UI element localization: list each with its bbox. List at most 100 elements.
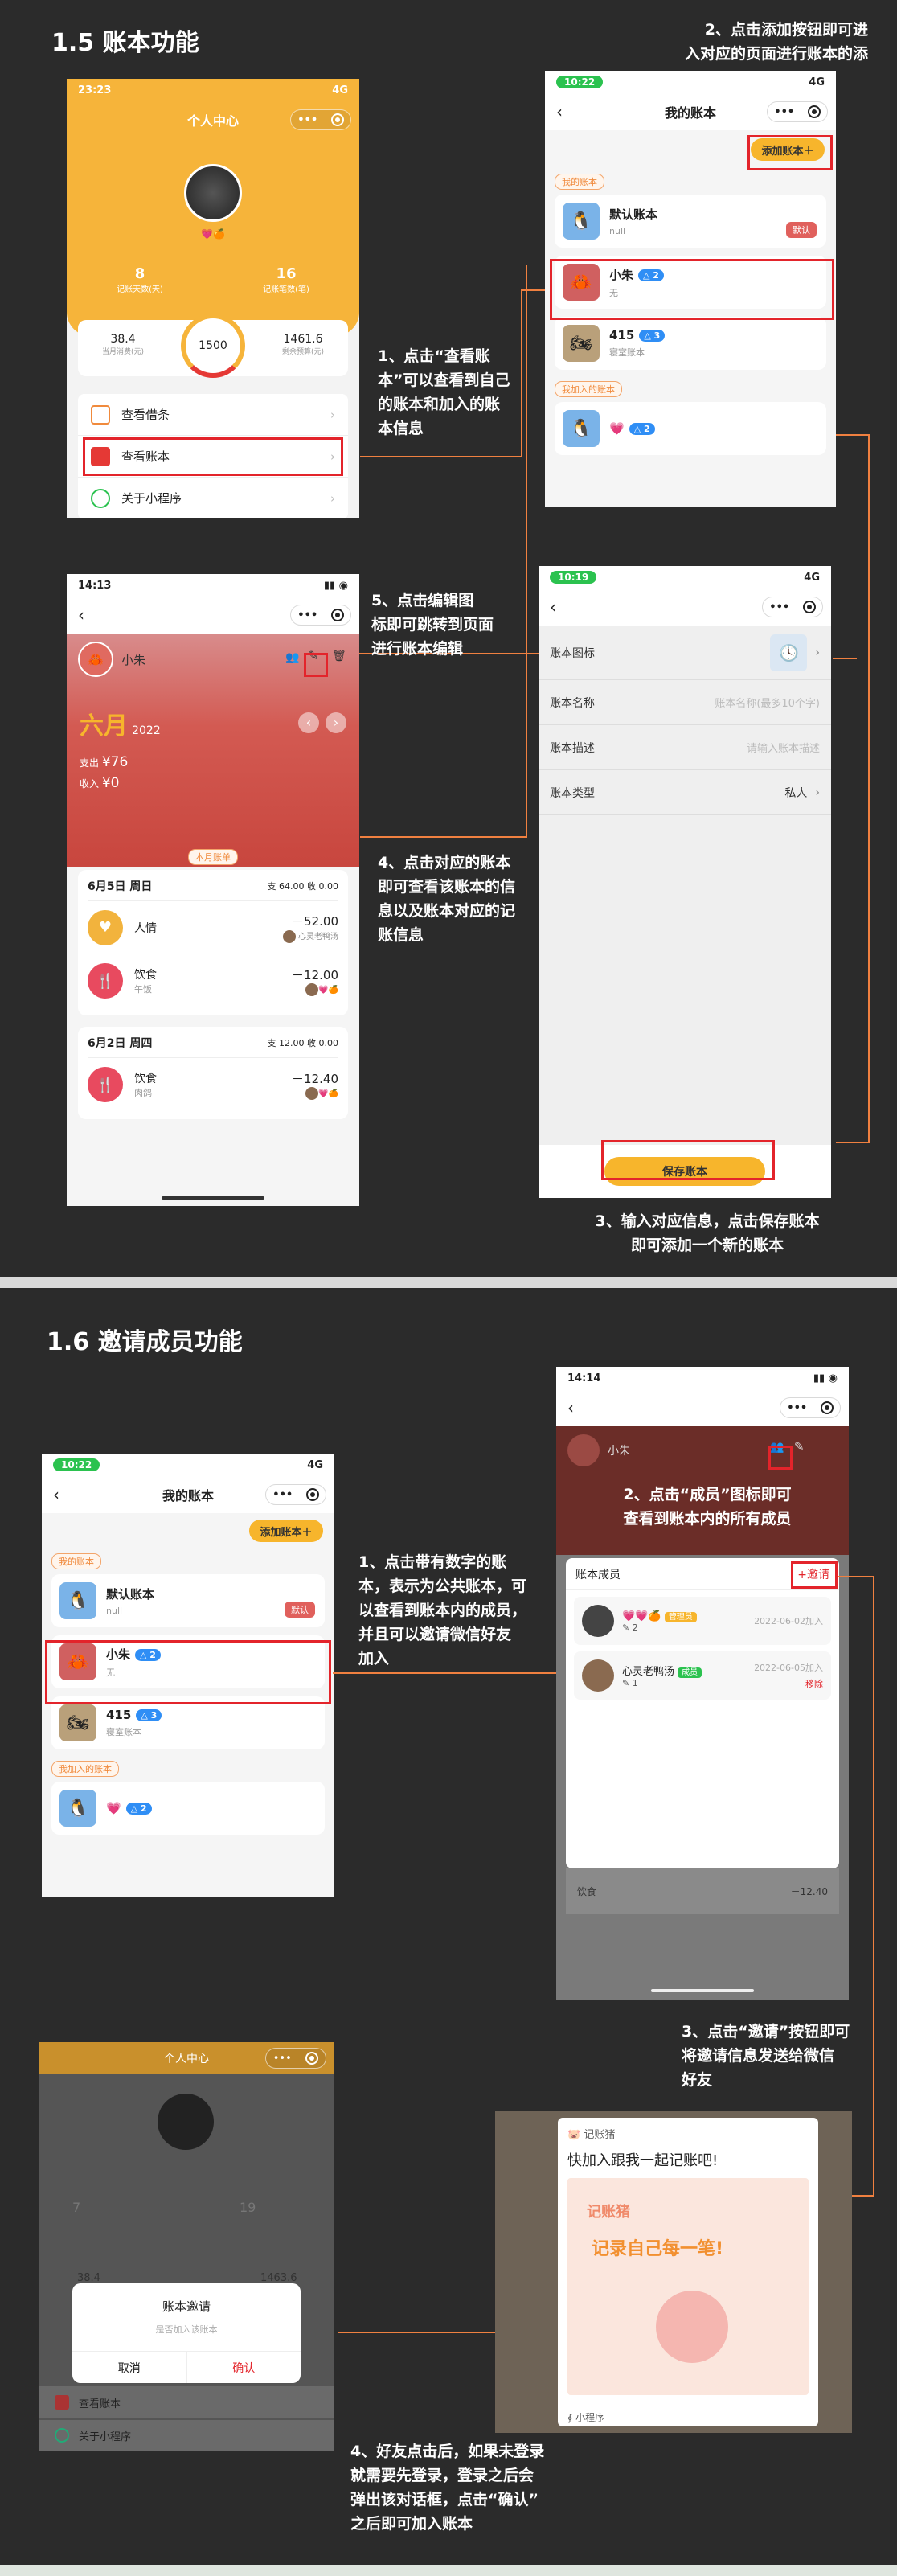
note-line: 息以及账本对应的记	[378, 902, 516, 920]
member-count-badge[interactable]: △ 2	[629, 423, 655, 435]
member-count-badge[interactable]: △ 2	[125, 1803, 152, 1815]
close-target-icon[interactable]	[305, 2052, 319, 2065]
member-row[interactable]: 💗💗🍊 管理员 ✎ 2 2022-06-02加入	[574, 1597, 831, 1645]
note-line: 就需要先登录，登录之后会	[350, 2467, 535, 2484]
status-time: 10:22	[53, 1458, 100, 1471]
member-count: 1	[632, 1678, 638, 1688]
remove-button[interactable]: 移除	[754, 1677, 823, 1690]
delete-icon[interactable]: 🗑	[332, 650, 346, 662]
more-icon[interactable]: •••	[297, 609, 317, 621]
month-spend: 38.4	[110, 333, 136, 346]
close-target-icon[interactable]	[802, 601, 816, 613]
next-month-button[interactable]: ›	[326, 712, 346, 733]
remaining-budget-label: 剩余预算(元)	[281, 348, 325, 356]
more-icon[interactable]: •••	[297, 114, 317, 126]
add-book-button[interactable]: 添加账本＋	[249, 1520, 323, 1542]
menu-about[interactable]: 关于小程序 ›	[78, 478, 348, 518]
capsule-menu[interactable]: •••	[767, 101, 828, 122]
more-icon[interactable]: •••	[272, 1489, 293, 1501]
form-row-name[interactable]: 账本名称 账本名称(最多10个字)	[539, 680, 831, 725]
type-select[interactable]: 私人	[784, 785, 807, 801]
note-line: 本信息	[378, 420, 424, 437]
more-icon[interactable]: •••	[774, 106, 794, 118]
field-label: 账本图标	[550, 646, 595, 660]
highlight-invite-button	[791, 1561, 838, 1589]
member-name: 💗💗🍊	[622, 1610, 661, 1622]
book-item-415[interactable]: 🏍 415 △ 3 寝室账本	[555, 317, 826, 370]
close-target-icon[interactable]	[305, 1488, 319, 1501]
peek-category: 饮食	[577, 1885, 597, 1897]
close-target-icon[interactable]	[820, 1401, 834, 1414]
members-icon[interactable]: 👥	[285, 651, 299, 664]
app-name: 记账猪	[584, 2129, 616, 2141]
clock-icon[interactable]: 🕓	[770, 634, 808, 671]
back-icon[interactable]: ‹	[53, 1485, 59, 1504]
more-icon[interactable]: •••	[787, 1402, 807, 1414]
note-2: 2、点击添加按钮即可进 入对应的页面进行账本的添	[659, 18, 868, 66]
capsule-menu[interactable]: •••	[290, 605, 351, 626]
more-icon[interactable]: •••	[769, 601, 789, 613]
edit-icon[interactable]: ✎	[794, 1439, 805, 1454]
share-card[interactable]: 🐷 记账猪 快加入跟我一起记账吧! 记账猪 记录自己每一笔! ∮ 小程序	[558, 2118, 818, 2426]
chevron-right-icon: ›	[815, 786, 820, 799]
art-title: 记账猪	[587, 2204, 630, 2221]
back-icon[interactable]: ‹	[78, 605, 84, 625]
menu-iou[interactable]: 查看借条 ›	[78, 394, 348, 436]
note-line: 3、输入对应信息，点击保存账本	[595, 1212, 820, 1230]
status-signal: 4G	[804, 571, 820, 584]
status-signal: 4G	[307, 1458, 323, 1471]
bill-row[interactable]: 🍴 饮食 午饭 －12.00 💗🍊	[88, 954, 338, 1007]
capsule-menu[interactable]: •••	[290, 109, 351, 130]
book-item-joined[interactable]: 🐧 💗 △ 2	[51, 1782, 325, 1835]
member-count-badge[interactable]: △ 3	[639, 330, 666, 342]
menu-label: 关于小程序	[121, 491, 182, 506]
note-line: 查看到账本内的所有成员	[623, 1510, 792, 1528]
role-badge: 管理员	[664, 1611, 697, 1622]
member-count-badge[interactable]: △ 3	[136, 1709, 162, 1721]
arrow-m3	[838, 1576, 874, 1577]
close-target-icon[interactable]	[807, 105, 821, 118]
budget-ring: 1500	[181, 314, 245, 378]
bill-row[interactable]: ♥ 人情 －52.00 心灵老鸭汤	[88, 901, 338, 954]
form-row-desc[interactable]: 账本描述 请输入账本描述	[539, 725, 831, 770]
book-avatar: 🐧	[563, 203, 600, 240]
book-item-joined[interactable]: 🐧 💗 △ 2	[555, 402, 826, 455]
book-item-default[interactable]: 🐧 默认账本 null 默认	[51, 1574, 325, 1627]
default-badge: 默认	[285, 1602, 315, 1618]
status-time: 14:14	[567, 1372, 601, 1384]
more-icon[interactable]: •••	[273, 2053, 292, 2065]
capsule-menu[interactable]: •••	[780, 1397, 841, 1418]
close-target-icon[interactable]	[330, 609, 344, 621]
confirm-button[interactable]: 确认	[187, 2352, 301, 2383]
form-row-icon[interactable]: 账本图标 🕓 ›	[539, 626, 831, 680]
share-card-screen: 🐷 记账猪 快加入跟我一起记账吧! 记账猪 记录自己每一笔! ∮ 小程序	[495, 2111, 852, 2433]
bill-note: 肉鸽	[134, 1088, 152, 1098]
book-item-default[interactable]: 🐧 默认账本 null 默认	[555, 195, 826, 248]
note-line: 1、点击带有数字的账	[358, 1553, 507, 1571]
capsule-menu[interactable]: •••	[265, 2048, 326, 2069]
signal-icon: ▮▮ ◉	[813, 1372, 838, 1384]
bill-row[interactable]: 🍴 饮食 肉鸽 －12.40 💗🍊	[88, 1058, 338, 1111]
form-row-type[interactable]: 账本类型 私人 ›	[539, 770, 831, 815]
capsule-menu[interactable]: •••	[762, 597, 823, 617]
capsule-menu[interactable]: •••	[265, 1484, 326, 1505]
book-name: 415	[106, 1708, 132, 1722]
status-time: 10:19	[550, 571, 597, 584]
back-icon[interactable]: ‹	[567, 1398, 574, 1417]
prev-month-button[interactable]: ‹	[298, 712, 319, 733]
cancel-button[interactable]: 取消	[72, 2352, 187, 2383]
back-icon[interactable]: ‹	[550, 597, 556, 617]
art-slogan: 记录自己每一笔!	[592, 2239, 724, 2259]
dialog-subtitle: 是否加入该账本	[155, 2324, 218, 2335]
close-target-icon[interactable]	[330, 113, 344, 126]
entries-count: 16	[276, 265, 297, 282]
note-line: 账信息	[378, 926, 424, 944]
book-name: 默认账本	[609, 207, 658, 222]
name-input[interactable]: 账本名称(最多10个字)	[715, 695, 820, 710]
back-icon[interactable]: ‹	[556, 102, 563, 121]
section-title-1-6: 1.6 邀请成员功能	[47, 1328, 243, 1356]
avatar[interactable]	[184, 164, 242, 222]
member-row[interactable]: 心灵老鸭汤 成员 ✎ 1 2022-06-05加入 移除	[574, 1651, 831, 1700]
book-name: 默认账本	[106, 1587, 155, 1602]
desc-input[interactable]: 请输入账本描述	[747, 740, 820, 755]
